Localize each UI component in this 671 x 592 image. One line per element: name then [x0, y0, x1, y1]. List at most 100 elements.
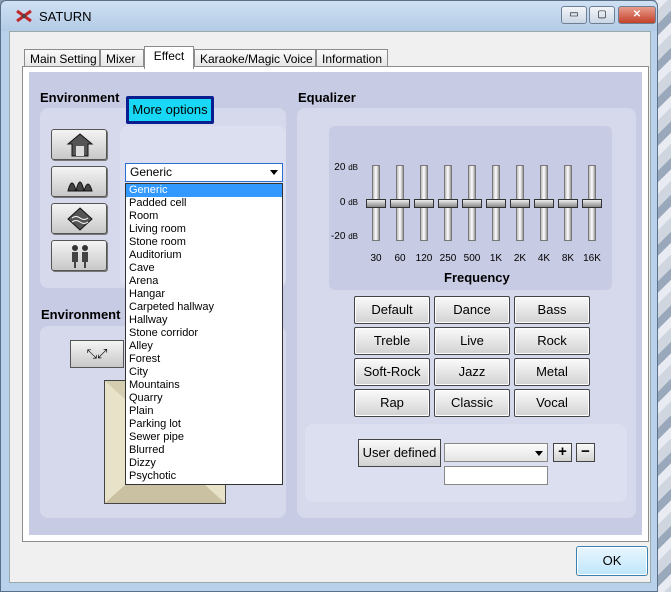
- dropdown-option[interactable]: Quarry: [126, 392, 282, 405]
- ok-button[interactable]: OK: [576, 546, 648, 576]
- frequency-label: 2K: [513, 253, 527, 264]
- preset-vocal-button[interactable]: Vocal: [514, 389, 590, 417]
- preset-rap-button[interactable]: Rap: [354, 389, 430, 417]
- more-options-button[interactable]: More options: [126, 96, 214, 124]
- eq-slider-1k[interactable]: [486, 165, 506, 241]
- title-bar[interactable]: SATURN ▭ ▢ ✕: [1, 1, 657, 31]
- frequency-label: 500: [463, 253, 481, 264]
- dropdown-option[interactable]: Arena: [126, 275, 282, 288]
- dropdown-option[interactable]: Room: [126, 210, 282, 223]
- eq-slider-knob[interactable]: [414, 198, 434, 208]
- user-preset-group: [305, 424, 627, 502]
- equalizer-title: Equalizer: [298, 90, 356, 105]
- env-preset-people-button[interactable]: [51, 240, 107, 271]
- environment-expand-button[interactable]: ⤡⤢: [70, 340, 124, 368]
- more-options-label: More options: [129, 99, 211, 121]
- expand-arrows-icon: ⤡⤢: [86, 346, 108, 361]
- saturn-app-icon: [16, 9, 32, 23]
- frequency-label: 250: [439, 253, 457, 264]
- user-preset-name-input[interactable]: [444, 466, 548, 485]
- eq-slider-4k[interactable]: [534, 165, 554, 241]
- dropdown-option[interactable]: Carpeted hallway: [126, 301, 282, 314]
- minimize-button[interactable]: ▭: [561, 6, 587, 24]
- dropdown-option[interactable]: Auditorium: [126, 249, 282, 262]
- dropdown-option[interactable]: Stone corridor: [126, 327, 282, 340]
- dropdown-option[interactable]: Stone room: [126, 236, 282, 249]
- db-label-mid: 0 dB: [339, 197, 358, 208]
- eq-slider-knob[interactable]: [534, 198, 554, 208]
- eq-slider-knob[interactable]: [486, 198, 506, 208]
- env-preset-opera-button[interactable]: [51, 166, 107, 197]
- preset-soft-rock-button[interactable]: Soft-Rock: [354, 358, 430, 386]
- eq-slider-250[interactable]: [438, 165, 458, 241]
- water-icon: [67, 207, 93, 231]
- eq-slider-60[interactable]: [390, 165, 410, 241]
- eq-slider-2k[interactable]: [510, 165, 530, 241]
- environment-size-title: Environment: [41, 307, 121, 322]
- eq-slider-knob[interactable]: [390, 198, 410, 208]
- eq-slider-16k[interactable]: [582, 165, 602, 241]
- dropdown-option[interactable]: Forest: [126, 353, 282, 366]
- dropdown-option[interactable]: Dizzy: [126, 457, 282, 470]
- frequency-label: 120: [415, 253, 433, 264]
- env-preset-water-button[interactable]: [51, 203, 107, 234]
- frequency-label: 16K: [583, 253, 601, 264]
- dropdown-option[interactable]: Alley: [126, 340, 282, 353]
- house-icon: [66, 133, 94, 157]
- environment-title: Environment: [40, 90, 120, 105]
- tab-effect[interactable]: Effect: [144, 46, 194, 69]
- dropdown-option[interactable]: Living room: [126, 223, 282, 236]
- frequency-title: Frequency: [444, 270, 510, 285]
- maximize-button[interactable]: ▢: [589, 6, 615, 24]
- dropdown-option[interactable]: Padded cell: [126, 197, 282, 210]
- close-button[interactable]: ✕: [618, 6, 656, 24]
- chevron-down-icon: [270, 170, 278, 175]
- eq-slider-knob[interactable]: [438, 198, 458, 208]
- dropdown-option[interactable]: Cave: [126, 262, 282, 275]
- preset-default-button[interactable]: Default: [354, 296, 430, 324]
- eq-slider-500[interactable]: [462, 165, 482, 241]
- frequency-label: 8K: [561, 253, 575, 264]
- environment-dropdown-list[interactable]: Generic Padded cell Room Living room Sto…: [125, 183, 283, 485]
- db-label-bottom: -20 dB: [330, 231, 358, 242]
- env-preset-house-button[interactable]: [51, 129, 107, 160]
- dropdown-option[interactable]: Blurred: [126, 444, 282, 457]
- dropdown-option[interactable]: Mountains: [126, 379, 282, 392]
- preset-classic-button[interactable]: Classic: [434, 389, 510, 417]
- dropdown-option[interactable]: Sewer pipe: [126, 431, 282, 444]
- eq-slider-30[interactable]: [366, 165, 386, 241]
- eq-slider-knob[interactable]: [582, 198, 602, 208]
- eq-slider-knob[interactable]: [510, 198, 530, 208]
- frequency-label: 4K: [537, 253, 551, 264]
- dropdown-option[interactable]: Psychotic: [126, 470, 282, 483]
- dropdown-option[interactable]: Hallway: [126, 314, 282, 327]
- preset-dance-button[interactable]: Dance: [434, 296, 510, 324]
- preset-metal-button[interactable]: Metal: [514, 358, 590, 386]
- environment-selected-value: Generic: [130, 165, 173, 179]
- dropdown-option[interactable]: Parking lot: [126, 418, 282, 431]
- people-icon: [72, 245, 88, 268]
- preset-treble-button[interactable]: Treble: [354, 327, 430, 355]
- eq-slider-knob[interactable]: [366, 198, 386, 208]
- window-title: SATURN: [39, 9, 92, 24]
- user-defined-button[interactable]: User defined: [358, 439, 441, 467]
- preset-live-button[interactable]: Live: [434, 327, 510, 355]
- eq-slider-120[interactable]: [414, 165, 434, 241]
- preset-bass-button[interactable]: Bass: [514, 296, 590, 324]
- dropdown-option[interactable]: City: [126, 366, 282, 379]
- eq-slider-8k[interactable]: [558, 165, 578, 241]
- frequency-label: 60: [394, 253, 406, 264]
- preset-rock-button[interactable]: Rock: [514, 327, 590, 355]
- preset-jazz-button[interactable]: Jazz: [434, 358, 510, 386]
- db-label-top: 20 dB: [334, 162, 358, 173]
- dropdown-option[interactable]: Hangar: [126, 288, 282, 301]
- environment-select[interactable]: Generic: [125, 163, 283, 182]
- dropdown-option[interactable]: Plain: [126, 405, 282, 418]
- eq-slider-knob[interactable]: [462, 198, 482, 208]
- dropdown-option[interactable]: Generic: [126, 184, 282, 197]
- remove-preset-button[interactable]: −: [576, 443, 595, 462]
- eq-slider-knob[interactable]: [558, 198, 578, 208]
- add-preset-button[interactable]: +: [553, 443, 572, 462]
- user-preset-select[interactable]: [444, 443, 548, 462]
- frequency-label: 1K: [489, 253, 503, 264]
